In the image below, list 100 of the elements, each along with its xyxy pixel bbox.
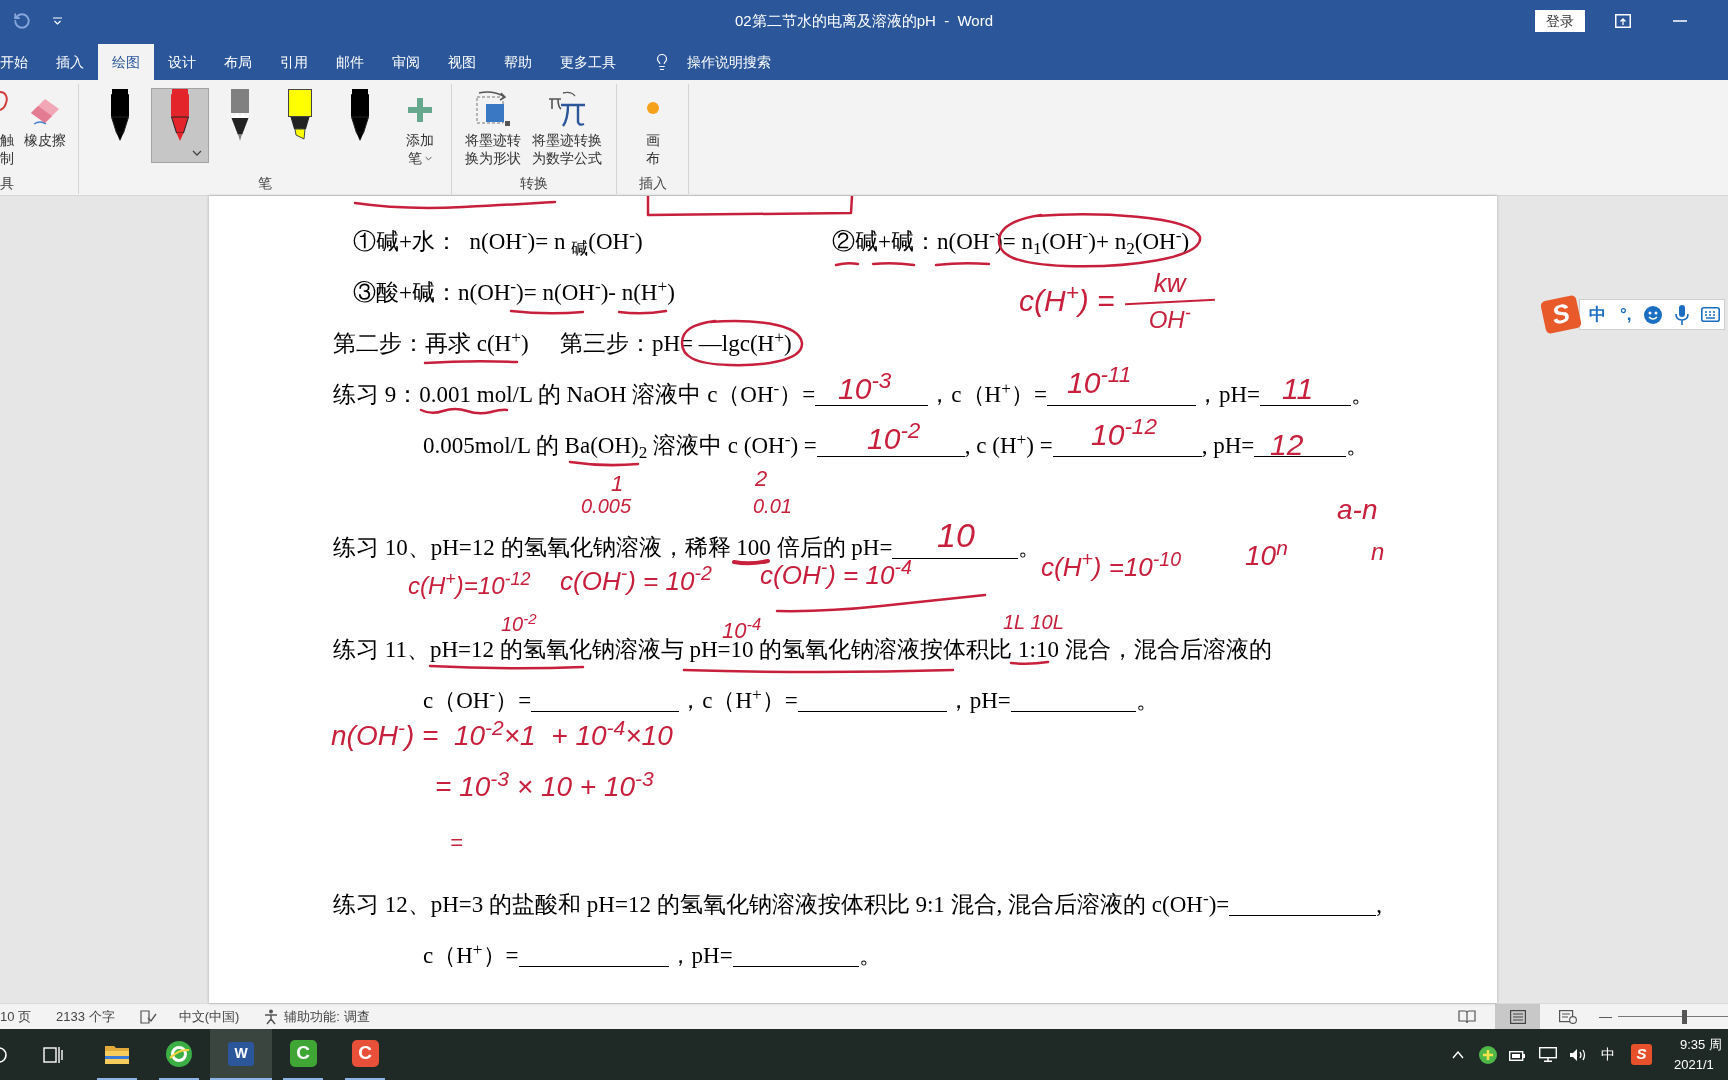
search-icon[interactable] — [0, 1045, 8, 1064]
read-mode-icon — [1458, 1009, 1476, 1024]
punctuation-toggle[interactable]: °, — [1620, 306, 1632, 323]
group-label: 笔 — [258, 174, 272, 193]
convert-button[interactable]: 将墨迹转 换为形状 — [456, 88, 530, 172]
handwritten-text: n(OH$^{-}$) = 10$^{-2}$×1 + 10$^{-4}$×10 — [331, 722, 673, 750]
ribbon-tab[interactable]: 布局 — [210, 44, 266, 80]
document-text: c（OH$^{-}$）= — [423, 688, 532, 714]
letter-tile-icon: C — [351, 1040, 379, 1067]
document-text: , c (H$^{+}$) = — [964, 433, 1053, 459]
language-indicator[interactable]: 中文(中国) — [178, 1006, 240, 1027]
input-mode-toggle[interactable]: 中 — [1589, 306, 1606, 323]
handwritten-text: 0.01 — [753, 496, 792, 516]
ribbon-display-options-icon[interactable] — [1615, 14, 1631, 28]
group-label: 转换 — [520, 174, 548, 193]
word-count: 2133 个字 — [56, 1007, 115, 1026]
accessibility-checker[interactable]: 辅助功能: 调查 — [284, 1006, 370, 1027]
speaker-icon[interactable] — [1569, 1047, 1587, 1062]
document-text: 练习 10、pH=12 的氢氧化钠溶液，稀释 100 倍后的 pH= — [333, 535, 893, 561]
clock[interactable]: 9:35 周 2021/1 — [1674, 1034, 1728, 1075]
ribbon-tab[interactable]: 绘图 — [98, 44, 154, 80]
window-title: 02第二节水的电离及溶液的pH - Word — [734, 10, 994, 31]
handwritten-text: 10 — [937, 518, 975, 552]
ribbon-tab[interactable]: 审阅 — [378, 44, 434, 80]
handwritten-text: n — [1371, 540, 1385, 564]
handwritten-dash — [834, 260, 860, 268]
handwritten-underline — [568, 459, 640, 467]
handwritten-text: c(OH$^{-}$) = 10$^{-2}$ — [560, 568, 712, 594]
handwritten-underline — [617, 308, 668, 316]
keyboard-icon[interactable] — [1700, 307, 1720, 322]
document-text: 练习 9：0.001 mol/L 的 NaOH 溶液中 c（OH$^{-}$）= — [333, 382, 816, 408]
handwritten-dash — [871, 260, 916, 268]
input-language-indicator[interactable]: 中 — [1601, 1044, 1615, 1065]
ribbon-tab[interactable]: 视图 — [434, 44, 490, 80]
slider-thumb[interactable] — [1682, 1009, 1687, 1024]
ribbon-tab[interactable]: 开始 — [0, 44, 42, 80]
ribbon-tab[interactable]: 帮助 — [490, 44, 546, 80]
microphone-icon[interactable] — [1674, 304, 1689, 325]
page-count: 10 页 — [0, 1007, 32, 1026]
canvas-button[interactable]: 画 布 — [617, 88, 688, 172]
plus-icon — [408, 97, 432, 122]
handwritten-text: 2 — [755, 468, 768, 490]
document-text: , pH= — [1201, 433, 1255, 459]
group-label: 插入 — [638, 174, 667, 193]
ribbon-tab[interactable]: 邮件 — [322, 44, 378, 80]
battery-icon[interactable] — [1509, 1048, 1525, 1061]
handwritten-text: = — [450, 832, 463, 854]
handwritten-text: 10$^{-3}$ — [838, 374, 892, 404]
chevron-up-icon[interactable] — [1452, 1050, 1464, 1059]
zoom-out-button[interactable]: — — [1599, 1010, 1612, 1023]
input-method-logo[interactable]: S — [1539, 294, 1583, 335]
document-text: ，c（H$^{+}$）= — [679, 688, 798, 714]
input-method-logo[interactable]: S — [1631, 1044, 1652, 1065]
touch-draw-button[interactable]: 触 制 — [0, 88, 14, 172]
handwritten-text: 10$^{n}$ — [1245, 542, 1288, 570]
convert-button[interactable]: 将墨迹转换 为数学公式 — [530, 88, 604, 172]
web-layout-icon — [1559, 1009, 1577, 1024]
taskbar-app-button[interactable]: C — [334, 1029, 396, 1080]
handwritten-text: 12 — [1270, 430, 1304, 460]
eraser-button[interactable]: 橡皮擦 — [21, 88, 69, 172]
customize-dropdown-icon[interactable] — [53, 17, 62, 25]
taskbar-app-button[interactable]: W — [210, 1029, 272, 1080]
handwritten-text: 10$^{-2}$ — [501, 614, 537, 634]
letter-tile-icon: C — [289, 1040, 317, 1067]
smiley-icon[interactable] — [1643, 305, 1662, 324]
task-view-icon[interactable] — [43, 1045, 63, 1064]
ribbon-tab[interactable]: 插入 — [42, 44, 98, 80]
handwritten-text: 10$^{-2}$ — [867, 424, 921, 454]
handwritten-underline — [934, 260, 991, 268]
tell-me-search[interactable]: 操作说明搜索 — [687, 51, 771, 73]
handwritten-underline — [732, 558, 770, 566]
document-text: 练习 12、pH=3 的盐酸和 pH=12 的氢氧化钠溶液按体积比 9:1 混合, 混合后溶液的 c(OH$^{-}$)= — [333, 892, 1230, 918]
document-text: ③酸+碱：n(OH$^{-}$)= n(OH$^{-}$)- n(H$^{+}$) — [353, 280, 675, 306]
accessibility-icon[interactable] — [263, 1008, 280, 1025]
handwritten-text: c(OH$^{-}$) = 10$^{-4}$ — [760, 562, 912, 588]
handwritten-text: 11 — [1282, 374, 1314, 404]
plus-circle-icon[interactable] — [1479, 1045, 1497, 1064]
document-text: ，pH= — [946, 688, 1011, 714]
ribbon-tab[interactable]: 设计 — [154, 44, 210, 80]
document-text: , — [1376, 892, 1383, 918]
handwritten-text: kw — [1153, 270, 1186, 296]
caret-icon — [192, 150, 202, 156]
ribbon-tab[interactable]: 引用 — [266, 44, 322, 80]
handwritten-text: 0.005 — [581, 496, 632, 516]
proofing-icon[interactable] — [139, 1009, 157, 1024]
handwritten-text: = 10$^{-3}$ × 10 + 10$^{-3}$ — [435, 773, 654, 801]
undo-icon[interactable] — [13, 12, 31, 30]
handwritten-text: 1 — [611, 473, 624, 495]
handwritten-text: a-n — [1337, 496, 1378, 524]
network-icon[interactable] — [1539, 1047, 1557, 1062]
sign-in-button[interactable]: 登录 — [1535, 10, 1585, 32]
document-text: 第二步：再求 c(H$^{+}$) — [333, 331, 529, 357]
document-text: ，pH= — [1195, 382, 1260, 408]
ribbon-tab[interactable]: 更多工具 — [546, 44, 630, 80]
document-text: 。 — [1135, 688, 1159, 714]
handwritten-text: c(H$^{+}$)=10$^{-12}$ — [408, 574, 531, 598]
add-pen-button[interactable]: 添加 笔 — [390, 88, 450, 172]
view-button[interactable] — [1495, 1004, 1540, 1029]
handwritten-text: OH$^{-}$ — [1148, 308, 1191, 332]
document-text: 0.005mol/L 的 Ba(OH)$_{2}$ 溶液中 c (OH$^{-}$) = — [423, 433, 817, 459]
